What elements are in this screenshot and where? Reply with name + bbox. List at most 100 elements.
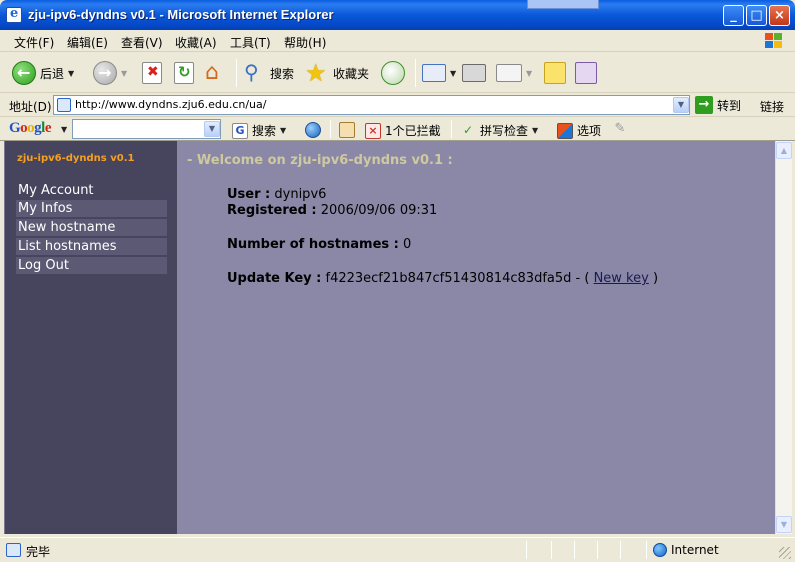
- toolbar-separator: [236, 59, 237, 87]
- address-dropdown-icon[interactable]: ▼: [673, 97, 689, 113]
- hostnames-row: Number of hostnames : 0: [227, 237, 411, 252]
- spellcheck-label: 拼写检查: [480, 124, 529, 138]
- nav-my-infos[interactable]: My Infos: [16, 200, 167, 218]
- spellcheck-button[interactable]: ✓ 拼写检查 ▼: [460, 122, 538, 139]
- status-divider: [574, 541, 575, 559]
- options-icon: [557, 122, 573, 139]
- new-key-link[interactable]: New key: [594, 271, 649, 286]
- favorites-button[interactable]: ★ 收藏夹: [305, 59, 369, 87]
- home-button[interactable]: ⌂: [204, 59, 228, 87]
- scroll-up-icon[interactable]: ▲: [776, 142, 792, 159]
- nav-list-hostnames[interactable]: List hostnames: [16, 238, 167, 256]
- google-search-button[interactable]: G 搜索 ▼: [232, 122, 286, 139]
- status-divider: [646, 541, 647, 559]
- nav-new-hostname[interactable]: New hostname: [16, 219, 167, 237]
- google-search-input[interactable]: ▼: [72, 119, 221, 139]
- menu-view[interactable]: 查看(V): [121, 34, 163, 51]
- user-label: User :: [227, 187, 271, 202]
- user-value: dynipv6: [274, 187, 327, 202]
- status-text: 完毕: [26, 545, 51, 559]
- nav-log-out[interactable]: Log Out: [16, 257, 167, 275]
- address-input[interactable]: http://www.dyndns.zju6.edu.cn/ua/ ▼: [53, 95, 690, 115]
- search-button[interactable]: ⚲ 搜索: [244, 59, 294, 87]
- popup-blocked-label: 1个已拦截: [385, 124, 441, 138]
- maximize-button[interactable]: □: [746, 5, 767, 26]
- vertical-scrollbar[interactable]: ▲ ▼: [775, 141, 792, 534]
- google-menu-dropdown-icon[interactable]: ▼: [61, 125, 67, 134]
- refresh-icon: ↻: [174, 62, 194, 84]
- history-button[interactable]: [381, 59, 405, 87]
- update-key-row: Update Key : f4223ecf21b847cf51430814c83…: [227, 271, 658, 286]
- go-arrow-icon: →: [695, 96, 713, 114]
- forward-arrow-icon: [93, 61, 117, 85]
- minimize-button[interactable]: _: [723, 5, 744, 26]
- go-label: 转到: [717, 98, 742, 113]
- print-button[interactable]: [462, 59, 486, 87]
- menu-help[interactable]: 帮助(H): [284, 34, 326, 51]
- pagerank-icon[interactable]: [305, 122, 321, 138]
- refresh-button[interactable]: ↻: [174, 59, 194, 87]
- google-toolbar: Google ▼ ▼ G 搜索 ▼ × 1个已拦截 ✓ 拼写检查 ▼ 选项 ✎: [0, 118, 795, 141]
- links-button[interactable]: 链接: [760, 98, 784, 115]
- nav-my-account[interactable]: My Account: [16, 182, 167, 200]
- address-url[interactable]: http://www.dyndns.zju6.edu.cn/ua/: [75, 98, 266, 111]
- hostnames-value: 0: [402, 237, 412, 252]
- page-status-icon: [6, 543, 21, 557]
- edit-dropdown-icon[interactable]: ▼: [526, 69, 532, 78]
- standard-toolbar: 后退 ▼ ▼ ✖ ↻ ⌂ ⚲ 搜索 ★ 收藏夹 ▼: [0, 53, 795, 93]
- resize-grip-icon[interactable]: [779, 547, 791, 559]
- research-button[interactable]: [575, 59, 597, 87]
- toolbar-separator: [415, 59, 416, 87]
- menu-file[interactable]: 文件(F): [14, 34, 54, 51]
- back-button[interactable]: 后退 ▼: [12, 59, 74, 87]
- hostnames-label: Number of hostnames :: [227, 237, 399, 252]
- go-button[interactable]: → 转到: [695, 96, 741, 114]
- google-separator: [451, 120, 452, 138]
- search-icon: ⚲: [244, 60, 259, 84]
- page-viewport: zju-ipv6-dyndns v0.1 My Account My Infos…: [4, 141, 775, 534]
- mail-dropdown-icon[interactable]: ▼: [450, 69, 456, 78]
- mail-button[interactable]: ▼: [422, 59, 456, 87]
- registered-value: 2006/09/06 09:31: [320, 203, 438, 218]
- back-arrow-icon: [12, 61, 36, 85]
- note-icon: [544, 62, 566, 84]
- back-dropdown-icon[interactable]: ▼: [68, 69, 74, 78]
- page-icon: [57, 98, 71, 112]
- favorites-star-icon: ★: [305, 59, 327, 87]
- google-logo[interactable]: Google: [9, 120, 52, 137]
- address-bar: 地址(D) http://www.dyndns.zju6.edu.cn/ua/ …: [0, 94, 795, 117]
- ie-icon: [6, 6, 22, 23]
- menu-tools[interactable]: 工具(T): [230, 34, 271, 51]
- main-content: - Welcome on zju-ipv6-dyndns v0.1 : User…: [177, 141, 775, 534]
- language-bar[interactable]: [527, 0, 599, 9]
- update-key-label: Update Key :: [227, 271, 322, 286]
- mail-icon: [422, 64, 446, 82]
- zone-label: Internet: [671, 543, 719, 557]
- spellcheck-dropdown-icon[interactable]: ▼: [532, 126, 538, 135]
- highlighter-icon[interactable]: ✎: [612, 122, 628, 138]
- note-button[interactable]: [544, 59, 566, 87]
- menu-bar: 文件(F) 编辑(E) 查看(V) 收藏(A) 工具(T) 帮助(H): [0, 30, 795, 52]
- edit-button[interactable]: ▼: [496, 59, 532, 87]
- forward-button[interactable]: ▼: [93, 59, 127, 87]
- history-icon: [381, 61, 405, 85]
- close-paren: ): [652, 271, 659, 286]
- google-search-dropdown-icon[interactable]: ▼: [204, 121, 220, 137]
- news-icon[interactable]: [339, 122, 355, 138]
- window-title: zju-ipv6-dyndns v0.1 - Microsoft Interne…: [28, 7, 334, 22]
- options-label: 选项: [577, 124, 602, 138]
- close-button[interactable]: ×: [769, 5, 790, 26]
- stop-button[interactable]: ✖: [142, 59, 162, 87]
- status-divider: [620, 541, 621, 559]
- options-button[interactable]: 选项: [557, 122, 601, 139]
- registered-label: Registered :: [227, 203, 317, 218]
- sidebar: zju-ipv6-dyndns v0.1 My Account My Infos…: [5, 141, 177, 534]
- title-bar: zju-ipv6-dyndns v0.1 - Microsoft Interne…: [0, 0, 795, 30]
- menu-favorites[interactable]: 收藏(A): [175, 34, 217, 51]
- google-search-options-icon[interactable]: ▼: [280, 126, 286, 135]
- scroll-down-icon[interactable]: ▼: [776, 516, 792, 533]
- menu-edit[interactable]: 编辑(E): [67, 34, 108, 51]
- google-search-label: 搜索: [252, 124, 277, 138]
- popup-blocker-button[interactable]: × 1个已拦截: [365, 122, 441, 139]
- forward-dropdown-icon: ▼: [121, 68, 128, 78]
